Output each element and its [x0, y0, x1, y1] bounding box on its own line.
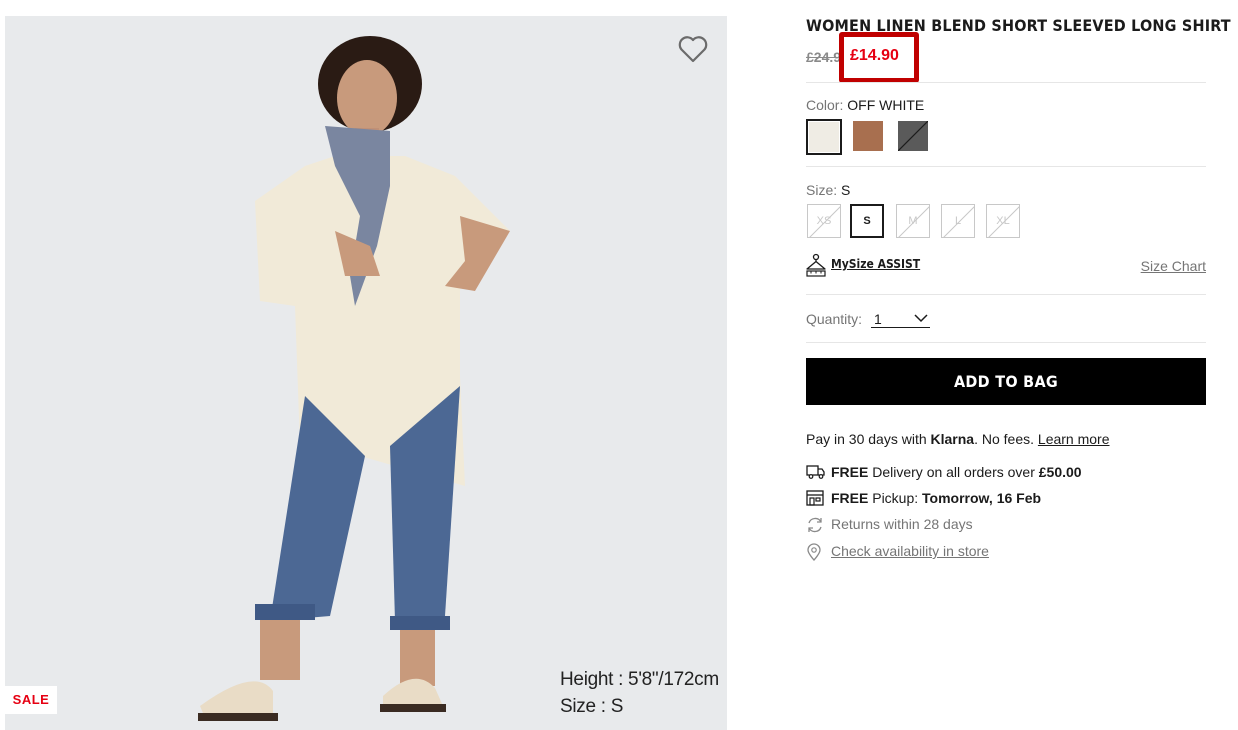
product-photo: [5, 16, 727, 730]
size-label-line: Size: S: [806, 182, 850, 198]
quantity-label: Quantity:: [806, 311, 863, 327]
size-selected-value: S: [841, 182, 851, 198]
size-option-xs[interactable]: XS: [807, 204, 841, 238]
divider: [806, 166, 1206, 167]
hanger-icon: [806, 253, 826, 277]
size-option-m[interactable]: M: [896, 204, 930, 238]
sale-badge: SALE: [5, 686, 57, 714]
divider: [806, 294, 1206, 295]
quantity-select[interactable]: 1: [871, 311, 930, 328]
model-info: Height : 5'8"/172cm Size : S: [560, 666, 719, 720]
quantity-value: 1: [874, 311, 882, 327]
sale-price: £14.90: [850, 47, 899, 64]
color-label-line: Color: OFF WHITE: [806, 97, 924, 113]
size-option-xl[interactable]: XL: [986, 204, 1020, 238]
add-to-bag-button[interactable]: ADD TO BAG: [806, 358, 1206, 405]
model-size: Size : S: [560, 696, 624, 717]
swatch-off-white[interactable]: [806, 119, 842, 155]
size-chart-link[interactable]: Size Chart: [1141, 258, 1206, 274]
klarna-learn-more-link[interactable]: Learn more: [1038, 431, 1110, 447]
klarna-message: Pay in 30 days with Klarna. No fees. Lea…: [806, 431, 1110, 447]
heart-outline-icon[interactable]: [677, 34, 709, 64]
color-label: Color:: [806, 97, 844, 113]
chevron-down-icon: [914, 314, 928, 323]
size-label: Size:: [806, 182, 838, 198]
check-availability-link[interactable]: Check availability in store: [831, 543, 989, 559]
size-option-l[interactable]: L: [941, 204, 975, 238]
product-image-gallery[interactable]: Height : 5'8"/172cm Size : S: [5, 16, 727, 730]
mysize-assist-label: MySize ASSIST: [831, 257, 921, 271]
size-option-s[interactable]: S: [850, 204, 884, 238]
divider: [806, 342, 1206, 343]
returns-icon: [808, 517, 822, 533]
color-selected-value: OFF WHITE: [847, 97, 925, 113]
divider: [806, 82, 1206, 83]
klarna-brand: Klarna: [930, 431, 975, 447]
store-icon: [806, 490, 824, 506]
model-height: Height : 5'8"/172cm: [560, 669, 719, 690]
truck-icon: [806, 465, 825, 479]
product-page: Height : 5'8"/172cm Size : S SALE WOMEN …: [0, 0, 1238, 730]
location-pin-icon: [807, 543, 821, 561]
swatch-dark-gray[interactable]: [898, 119, 934, 155]
swatch-brown[interactable]: [853, 119, 889, 155]
